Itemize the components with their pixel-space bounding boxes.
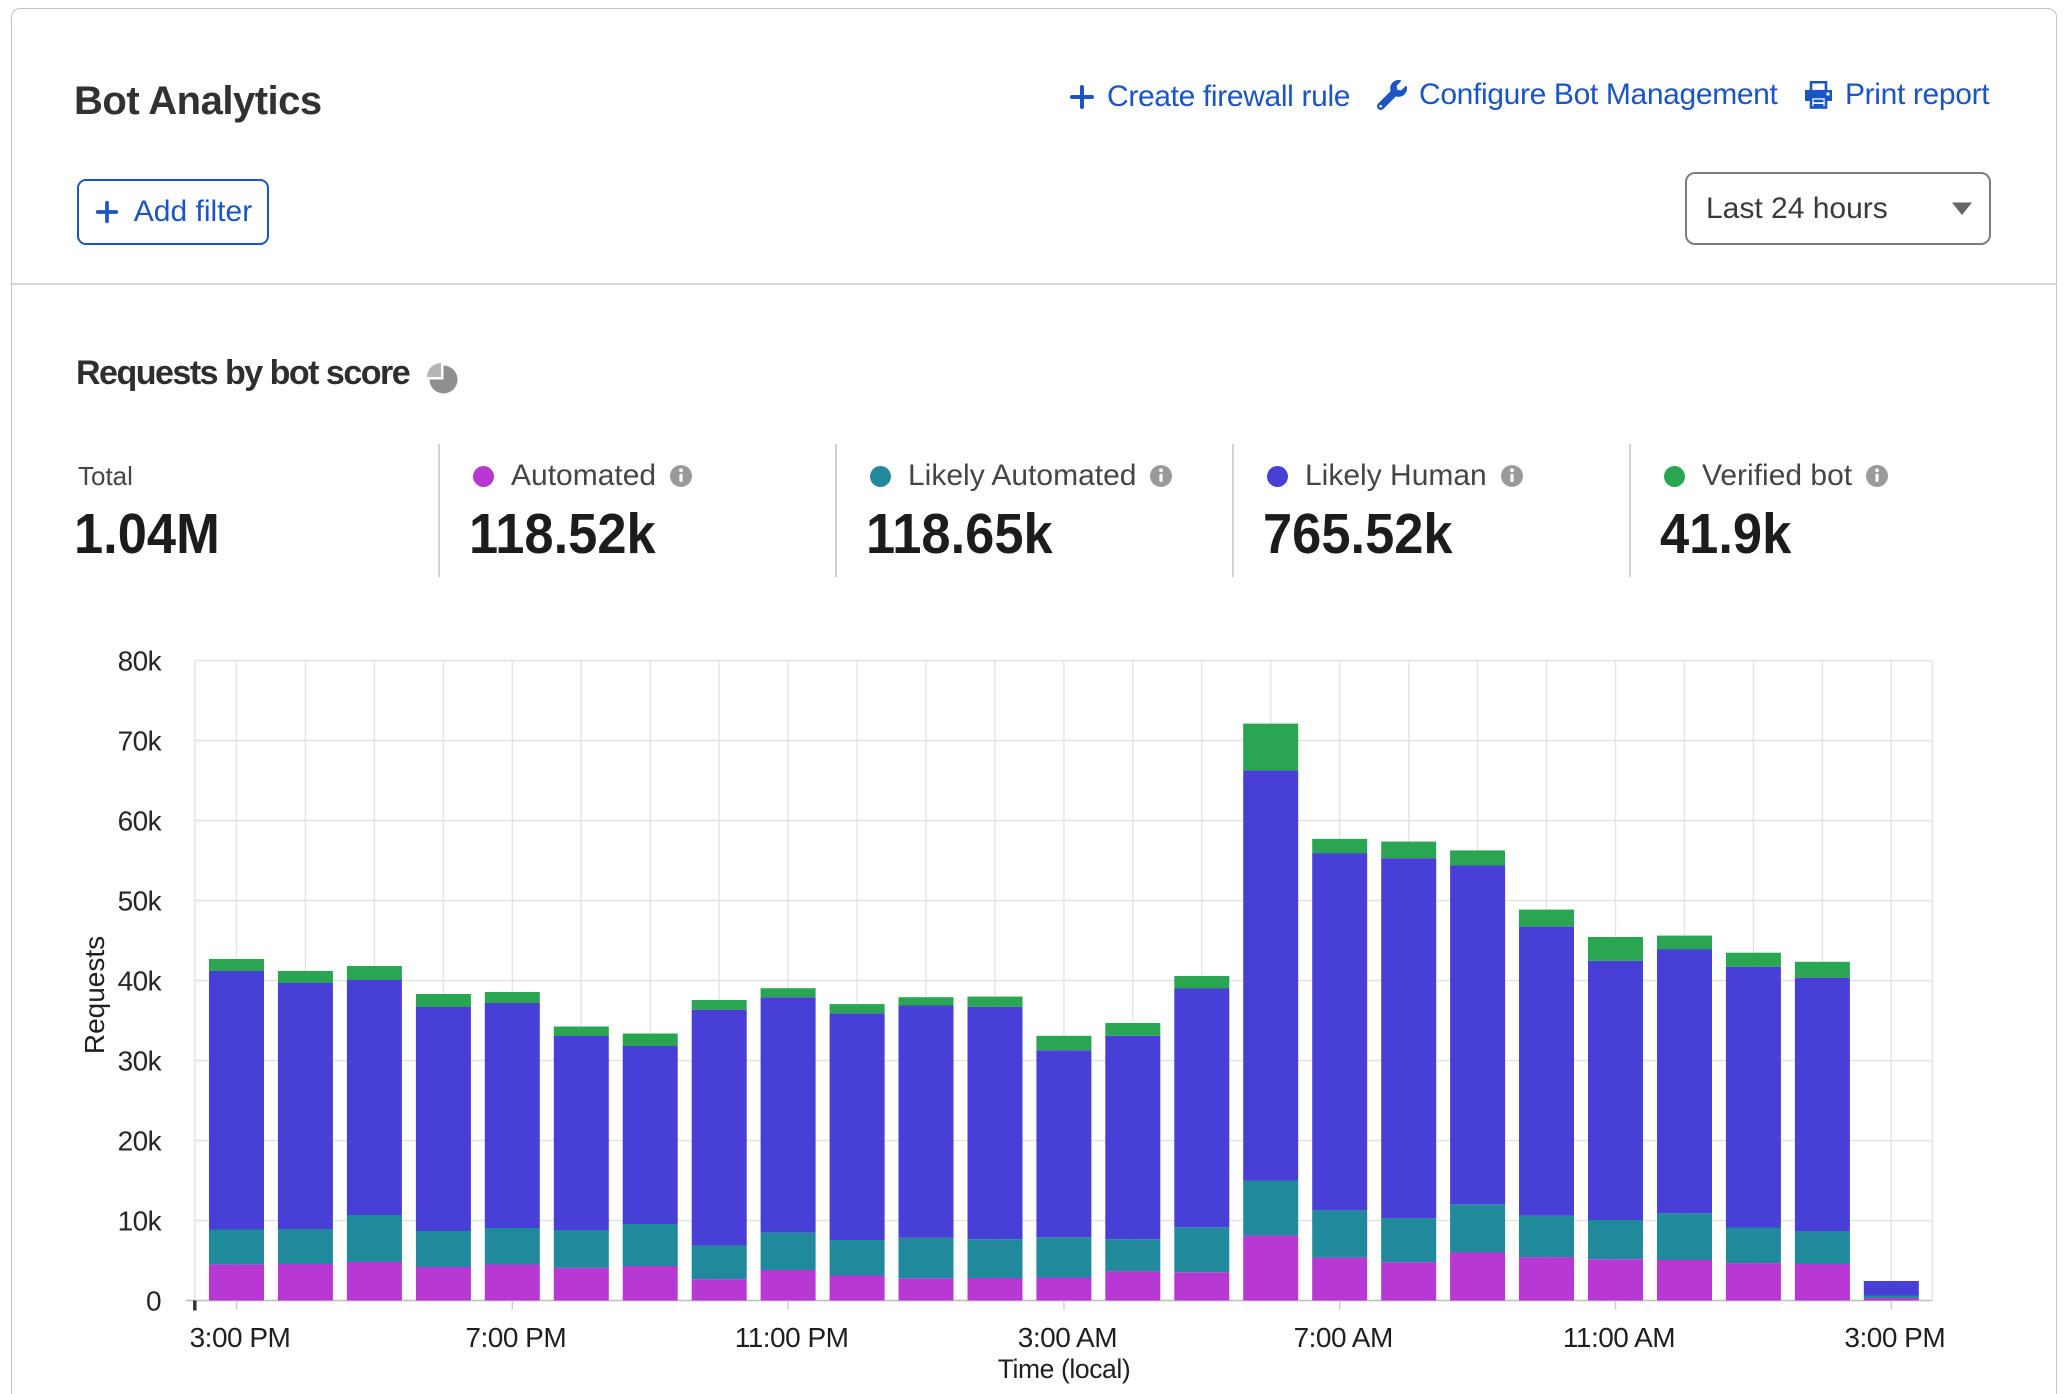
svg-text:Time (local): Time (local)	[998, 1354, 1131, 1384]
svg-text:7:00 AM: 7:00 AM	[1294, 1322, 1393, 1353]
svg-text:10k: 10k	[118, 1206, 163, 1237]
svg-text:70k: 70k	[118, 726, 163, 757]
svg-text:3:00 AM: 3:00 AM	[1018, 1322, 1117, 1353]
svg-text:Requests: Requests	[79, 936, 110, 1054]
svg-text:60k: 60k	[118, 806, 163, 837]
svg-text:11:00 PM: 11:00 PM	[735, 1322, 849, 1353]
svg-text:20k: 20k	[118, 1126, 163, 1157]
svg-text:3:00 PM: 3:00 PM	[1844, 1322, 1945, 1353]
svg-text:0: 0	[146, 1286, 161, 1317]
svg-text:7:00 PM: 7:00 PM	[465, 1322, 566, 1353]
svg-text:50k: 50k	[118, 886, 163, 917]
svg-text:80k: 80k	[118, 646, 163, 677]
svg-text:11:00 AM: 11:00 AM	[1563, 1322, 1675, 1353]
svg-text:3:00 PM: 3:00 PM	[190, 1322, 291, 1353]
svg-text:30k: 30k	[118, 1046, 163, 1077]
svg-text:40k: 40k	[118, 966, 163, 997]
